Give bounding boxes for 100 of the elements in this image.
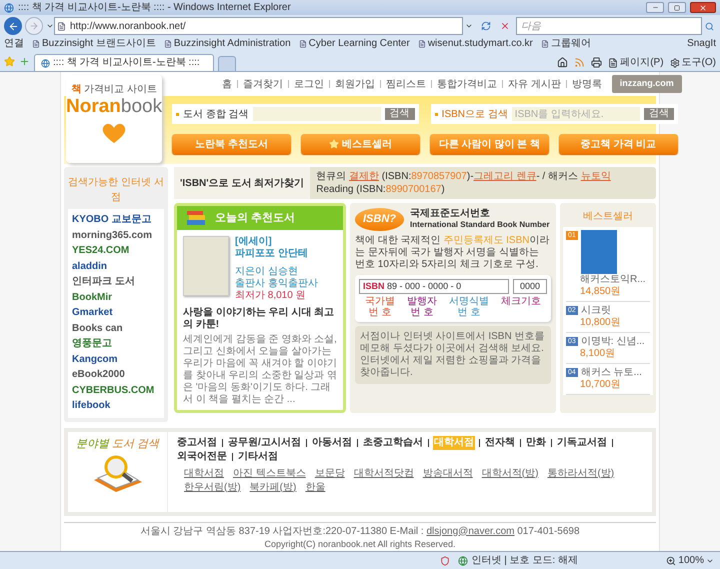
strip-label: 'ISBN'으로 도서 최저가찾기	[174, 167, 310, 199]
favorite-link[interactable]: Buzzinsight Administration	[174, 39, 291, 49]
bookstore-link[interactable]: 대학서점	[184, 466, 224, 480]
nav-link[interactable]: 방명록	[572, 76, 602, 92]
bestseller-price: 10,700원	[579, 379, 622, 391]
page-icon	[57, 22, 66, 30]
nav-link[interactable]: 찜리스트	[386, 76, 426, 92]
category-link[interactable]: 기독교서점	[556, 436, 608, 450]
email-link[interactable]: dlsjong@naver.com	[426, 526, 514, 536]
shield-icon	[440, 556, 450, 566]
bookstore-logo[interactable]: BookMir	[72, 292, 160, 304]
bookstore-logo[interactable]: Kangcom	[72, 354, 160, 366]
category-link[interactable]: 만화	[524, 436, 547, 450]
feed-button[interactable]	[574, 57, 586, 68]
book-description: 세계인에게 감동을 준 영화와 소설, 그리고 신화에서 오늘을 살아가는 우리가 마음에 꼭 새겨야 할 이야기를 찾아내 우리의 소중한 일상과 엮은 '마음의 동화'이기도 하다. 그래서 이 책을 펼치는 순간 ...	[182, 334, 338, 407]
search-button[interactable]: 검색	[384, 108, 415, 120]
category-link[interactable]: 전자책	[484, 436, 516, 450]
category-link[interactable]: 외국어전문	[176, 450, 228, 464]
back-arrow-icon	[8, 20, 18, 32]
bestseller-title[interactable]: 해커스토익R...	[566, 274, 650, 286]
category-link[interactable]: 중고서점	[176, 436, 218, 450]
bestseller-title[interactable]: 시크릿	[580, 305, 611, 317]
page-icon	[540, 40, 549, 48]
bookstore-link[interactable]: 방송대서적	[422, 466, 473, 480]
new-tab-button[interactable]	[218, 56, 236, 71]
nav-link[interactable]: 자유 게시판	[508, 76, 561, 92]
category-heading: 분야별 도서 검색	[76, 436, 160, 452]
close-button[interactable]	[690, 2, 716, 13]
nav-link[interactable]: 홈	[222, 76, 232, 92]
nav-link[interactable]: 로그인	[294, 76, 324, 92]
globe-icon	[458, 556, 468, 566]
maximize-icon	[674, 4, 680, 10]
nav-link[interactable]: 통합가격비교	[437, 76, 497, 92]
favorite-link[interactable]: Cyber Learning Center	[308, 39, 410, 49]
isbn-format: ISBN 89 - 000 - 0000 - 0	[359, 278, 509, 294]
isbn-part-label: 서명식별 번 호	[449, 296, 489, 318]
caret-icon	[465, 22, 473, 30]
favorite-link[interactable]: wisenut.studymart.co.kr	[428, 39, 533, 49]
bookstore-link[interactable]: 북카페(방)	[250, 480, 296, 494]
bookstore-logo[interactable]: aladdin	[72, 260, 160, 273]
heart-icon	[101, 122, 128, 144]
refresh-icon	[481, 21, 491, 31]
bestseller-title[interactable]: 이명박: 신념...	[580, 336, 645, 348]
zoom-icon	[666, 556, 676, 566]
home-button[interactable]	[557, 57, 568, 68]
search-button[interactable]: 검색	[644, 108, 674, 120]
bookstore-link[interactable]: 한우서림(방)	[184, 480, 241, 494]
isbn-subtitle: International Standard Book Number	[410, 220, 550, 230]
favorite-link[interactable]: Buzzinsight 브랜드사이트	[42, 39, 156, 49]
category-link[interactable]: 아동서점	[310, 436, 353, 450]
isbn-part-label: 국가별 번 호	[365, 296, 395, 318]
page-menu[interactable]: 페이지(P)	[608, 58, 664, 68]
star-icon	[4, 56, 15, 67]
category-link[interactable]: 기타서점	[237, 450, 279, 464]
settings-icon	[670, 58, 680, 68]
bookstore-link[interactable]: 대학서적닷컴	[354, 466, 414, 480]
bookstore-logo[interactable]: 인터파크 도서	[72, 276, 160, 288]
search-field[interactable]: 다음	[516, 17, 702, 35]
favorite-link[interactable]: 그룹웨어	[550, 39, 591, 49]
bookstore-logo[interactable]: eBook2000	[72, 369, 160, 382]
favorites-button[interactable]	[4, 56, 15, 67]
bookstore-link[interactable]: 아진 텍스트북스	[233, 466, 306, 480]
bookstore-link[interactable]: 한울	[305, 480, 326, 494]
bookstore-link[interactable]: 대학서적(방)	[482, 466, 538, 480]
bookstore-logo[interactable]: morning365.com	[72, 230, 160, 242]
address-field[interactable]: http://www.noranbook.net/	[54, 17, 463, 35]
category-link[interactable]: 초중고학습서	[362, 436, 424, 450]
bookstore-logo[interactable]: 영풍문고	[72, 338, 160, 350]
bookstore-logo[interactable]: Books can	[72, 322, 160, 335]
book-headline: 사랑을 이야기하는 우리 시대 최고의 카툰!	[182, 307, 336, 331]
nav-link[interactable]: 회원가입	[335, 76, 375, 92]
bookstore-logo[interactable]: KYOBO 교보문고	[72, 214, 160, 226]
snagit-button[interactable]: SnagIt	[687, 39, 716, 49]
category-link[interactable]: 공무원/고시서점	[227, 436, 302, 450]
browser-tab[interactable]: :::: 책 가격 비교사이트-노란북 ::::	[34, 54, 214, 71]
print-button[interactable]	[591, 57, 602, 68]
page-icon	[418, 40, 426, 48]
bestseller-price: 8,100원	[579, 348, 616, 360]
bookstore-link[interactable]: 보문당	[314, 466, 345, 480]
search-input[interactable]: ISBN를 입력하세요.	[512, 107, 640, 121]
check-digits: 0000	[512, 278, 547, 294]
card-title: 오늘의 추천도서	[215, 210, 296, 226]
tools-menu[interactable]: 도구(O)	[670, 58, 716, 68]
zoom-level[interactable]: 100%	[666, 553, 714, 568]
bookstore-logo[interactable]: YES24.COM	[72, 245, 160, 258]
search-input[interactable]	[252, 107, 381, 121]
bestseller-title[interactable]: 해커스 뉴토...	[580, 367, 642, 379]
back-button[interactable]	[4, 17, 22, 35]
bestseller-price: 14,850원	[579, 286, 622, 298]
add-favorite-button[interactable]	[19, 56, 30, 67]
footer-copyright: Copyright(C) noranbook.net All rights Reserved.	[264, 538, 456, 550]
bookstore-link[interactable]: 통하라서적(방)	[547, 466, 614, 480]
isbn-note: 서점이나 인터넷 사이트에서 ISBN 번호를 메모해 두셨다가 이곳에서 검색해 보세요. 인터넷에서 제일 저렴한 쇼핑몰과 가격을 찾아줍니다.	[355, 326, 551, 384]
bookstore-logo[interactable]: lifebook	[72, 400, 160, 412]
book-title[interactable]: 파피포포 안단테	[235, 248, 318, 260]
nav-link[interactable]: 즐겨찾기	[243, 76, 283, 92]
bookstore-logo[interactable]: Gmarket	[72, 307, 160, 320]
bookstore-logo[interactable]: CYBERBUS.COM	[72, 384, 160, 397]
maximize-button[interactable]	[668, 2, 686, 13]
book-cover-placeholder	[183, 236, 229, 296]
